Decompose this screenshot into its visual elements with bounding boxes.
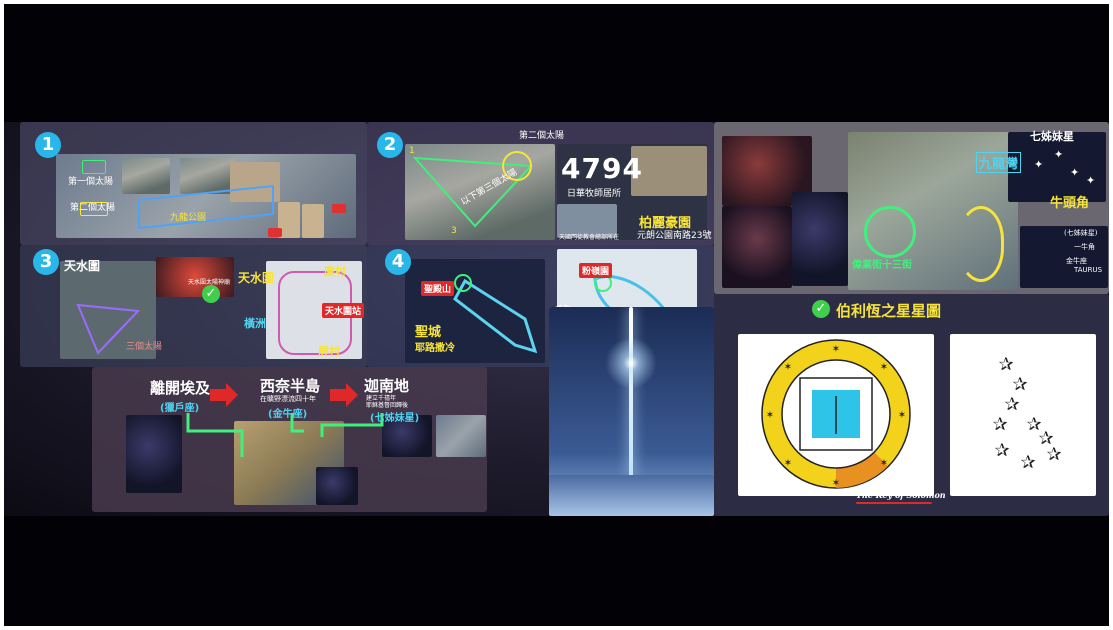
svg-text:✶: ✶ (832, 344, 840, 355)
star-chart-panel: ✓ 伯利恆之星星圖 ✶ ✶ ✶ ✶ ✶ ✶ ✶ ✶ The Key of Sol… (714, 294, 1109, 516)
code-caption: 日華牧師居所 (567, 189, 622, 199)
section-number: 1 (35, 132, 61, 158)
kowloon-bay-label: 九龍灣 (976, 152, 1022, 173)
holy-city-title: 聖城 (415, 325, 442, 340)
orion-label: (獵戶座) (160, 403, 200, 414)
svg-text:✰: ✰ (1004, 394, 1019, 415)
star-icon: ✦ (1070, 166, 1080, 179)
svg-text:✶: ✶ (784, 458, 792, 469)
section-3-panel: ✓ 3 天水圍 三個太陽 天水圍太陽神廟 天水圍 廈村 橫洲 屏村 天水圍站 (20, 245, 367, 367)
pleiades-label: 七姊妹星 (1030, 130, 1074, 143)
star-glow (605, 337, 657, 389)
map-label: 廈村 (324, 265, 346, 278)
fanling-tag: 粉嶺園 (579, 263, 613, 278)
svg-text:✰: ✰ (1012, 374, 1027, 395)
sun-label: 第一個太陽 (68, 177, 114, 187)
flag-icon (268, 228, 282, 237)
section-1-panel: 1 第一個太陽 第二個太陽 九龍公園 (20, 122, 367, 245)
corner-number: 3 (451, 226, 457, 236)
taurus-head-label: 一牛角 (1074, 243, 1095, 251)
tower-photo (302, 204, 324, 238)
video-frame: 1 第一個太陽 第二個太陽 九龍公園 2 1 3 第二個太陽 以下第三個太陽 4… (4, 4, 1109, 626)
svg-text:✶: ✶ (880, 362, 888, 373)
map-label: 橫洲 (244, 317, 266, 330)
section-2-panel: 2 1 3 第二個太陽 以下第三個太陽 4794 日華牧師居所 柏麗豪園 元朗公… (367, 122, 714, 245)
street-label: 偉業街十三街 (852, 260, 912, 271)
caption-underline (856, 502, 932, 504)
building-photo (180, 158, 236, 194)
hq-caption: 天國門徒教會總部所在 (559, 234, 620, 241)
star-icon: ✦ (1034, 158, 1044, 171)
journey-panel: 離開埃及 (獵戶座) 西奈半島 在曠野漂流四十年 (金牛座) 迦南地 建立千禧年… (92, 367, 487, 512)
code-number: 4794 (561, 152, 643, 185)
sinai-note: 在曠野漂流四十年 (260, 395, 316, 403)
sinai-label: 西奈半島 (260, 377, 321, 395)
yellow-horn (958, 206, 1004, 282)
solomon-seal-image: ✶ ✶ ✶ ✶ ✶ ✶ ✶ ✶ (738, 334, 934, 496)
svg-text:✶: ✶ (832, 478, 840, 489)
taurus-cn-label: 金牛座 (1066, 257, 1087, 265)
building-photo (122, 158, 170, 194)
svg-text:✶: ✶ (898, 410, 906, 421)
pleiades-sub-label: (七姊妹星) (370, 413, 420, 424)
green-circle (864, 206, 916, 258)
three-suns-label: 三個太陽 (126, 342, 163, 352)
infographic-band: 1 第一個太陽 第二個太陽 九龍公園 2 1 3 第二個太陽 以下第三個太陽 4… (4, 122, 1109, 516)
svg-text:✶: ✶ (784, 362, 792, 373)
svg-text:✰: ✰ (998, 354, 1013, 375)
star-chart-title: 伯利恆之星星圖 (836, 302, 942, 320)
section-number: 3 (33, 249, 59, 275)
highlight-box (82, 160, 106, 174)
star-pattern-image: ✰ ✰ ✰ ✰ ✰ ✰ ✰ ✰ ✰ (950, 334, 1096, 496)
solomon-seal-drawing: ✶ ✶ ✶ ✶ ✶ ✶ ✶ ✶ (761, 339, 911, 489)
svg-text:✰: ✰ (994, 440, 1009, 461)
map-label: 屏村 (318, 345, 340, 358)
orion-photo (722, 206, 792, 288)
section-number: 2 (377, 132, 403, 158)
holy-city-subtitle: 耶路撒冷 (415, 343, 455, 354)
star-icon: ✦ (1054, 148, 1064, 161)
taurus-label: (金牛座) (268, 409, 308, 420)
taurus-en-label: TAURUS (1074, 266, 1103, 274)
estate-address: 元朗公園南路23號 (637, 231, 712, 241)
svg-text:✰: ✰ (1046, 444, 1061, 465)
leave-egypt-label: 離開埃及 (150, 379, 211, 397)
station-tag: 天水圍站 (322, 303, 365, 318)
sun-label: 第二個太陽 (70, 203, 116, 213)
star-icon: ✦ (1086, 174, 1096, 187)
pleiades-cluster-label: (七姊妹星) (1064, 229, 1098, 237)
temple-caption: 天水圍太陽神廟 (188, 279, 231, 286)
check-icon: ✓ (812, 300, 830, 318)
area-title: 天水圍 (64, 259, 101, 273)
map-label: 天水圍 (238, 271, 275, 285)
section-number: 4 (385, 249, 411, 275)
sun-label: 第二個太陽 (519, 131, 565, 141)
svg-text:✰: ✰ (992, 414, 1007, 435)
light-beam (629, 307, 633, 477)
flag-icon (332, 204, 346, 213)
ground-horizon (549, 475, 714, 516)
svg-text:✶: ✶ (880, 458, 888, 469)
temple-mount-tag: 聖殿山 (421, 281, 455, 296)
star-pattern-drawing: ✰ ✰ ✰ ✰ ✰ ✰ ✰ ✰ ✰ (992, 354, 1061, 473)
stars-panel: ✦ ✦ ✦ ✦ 七姊妹星 九龍灣 牛頭角 偉業街十三街 (七姊妹星) 一牛角 金… (714, 122, 1109, 294)
svg-text:✶: ✶ (766, 410, 774, 421)
ox-horn-label: 牛頭角 (1050, 196, 1090, 211)
light-beam-panel (549, 307, 714, 516)
book-caption: The Key of Solomon (856, 490, 946, 500)
star-field-photo (792, 192, 848, 286)
check-icon: ✓ (202, 285, 220, 303)
svg-text:✰: ✰ (1020, 452, 1035, 473)
park-label: 九龍公園 (170, 213, 207, 223)
canaan-note: 耶穌基督回歸後 (366, 402, 409, 409)
corner-number: 1 (409, 146, 415, 156)
